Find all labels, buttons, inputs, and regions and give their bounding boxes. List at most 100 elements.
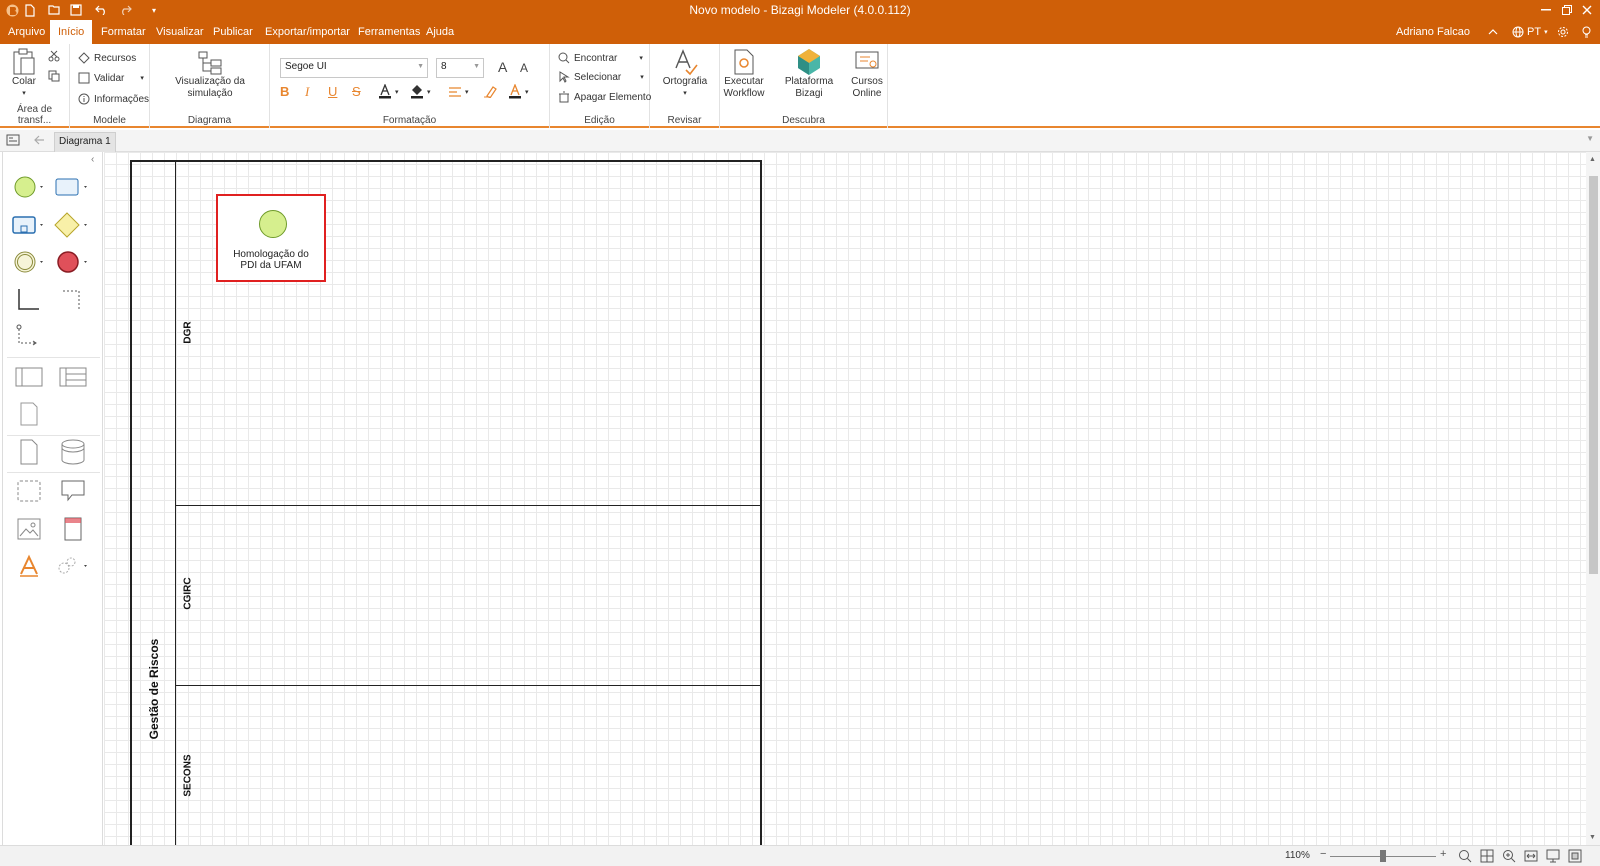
- info-button[interactable]: Informações: [78, 93, 149, 105]
- presentation-mode-icon[interactable]: [1546, 849, 1560, 863]
- association-tool[interactable]: [53, 286, 93, 316]
- annotation-icon: [20, 402, 38, 426]
- diagram-canvas[interactable]: Gestão de Riscos DGR CGIRC SECONS Homolo…: [104, 152, 1586, 845]
- line-color-button[interactable]: ▾: [508, 84, 529, 99]
- menu-publicar[interactable]: Publicar: [205, 20, 261, 44]
- font-family-select[interactable]: Segoe UI ▼: [280, 58, 428, 78]
- shrink-font-icon[interactable]: A: [520, 61, 528, 75]
- start-event-tool[interactable]: [9, 172, 49, 202]
- tabs-dropdown-icon[interactable]: ▼: [1586, 134, 1594, 143]
- tab-diagrama-1[interactable]: Diagrama 1: [54, 132, 116, 152]
- message-flow-tool[interactable]: [9, 322, 49, 352]
- simulation-view-button[interactable]: Visualização da simulação: [154, 48, 266, 100]
- online-courses-button[interactable]: Cursos Online: [850, 48, 884, 100]
- back-arrow-icon[interactable]: [33, 134, 45, 149]
- font-size-select[interactable]: 8 ▼: [436, 58, 484, 78]
- vertical-scrollbar[interactable]: ▲ ▼: [1586, 152, 1600, 845]
- scroll-down-icon[interactable]: ▼: [1589, 834, 1596, 841]
- redo-icon[interactable]: [117, 2, 133, 18]
- comment-tool[interactable]: [53, 476, 93, 506]
- menu-inicio[interactable]: Início: [50, 20, 93, 44]
- menu-visualizar[interactable]: Visualizar: [148, 20, 212, 44]
- strikethrough-icon[interactable]: S: [352, 84, 361, 99]
- clear-format-icon[interactable]: [483, 85, 497, 98]
- cut-icon[interactable]: [48, 50, 60, 62]
- copy-icon[interactable]: [48, 70, 60, 82]
- intermediate-event-tool[interactable]: [9, 247, 49, 277]
- start-event-selection[interactable]: Homologação do PDI da UFAM: [216, 194, 326, 282]
- align-button[interactable]: ▾: [448, 86, 469, 98]
- text-annotation-tool[interactable]: [9, 399, 49, 429]
- zoom-in-icon[interactable]: +: [1440, 848, 1446, 860]
- custom-shapes-tool[interactable]: [53, 551, 93, 581]
- diagram-navigator-icon[interactable]: [6, 134, 20, 149]
- pool[interactable]: Gestão de Riscos DGR CGIRC SECONS Homolo…: [130, 160, 762, 845]
- data-store-tool[interactable]: [53, 437, 93, 467]
- task-tool[interactable]: [53, 172, 93, 202]
- data-object-tool[interactable]: [9, 437, 49, 467]
- language-selector[interactable]: PT ▾: [1512, 24, 1548, 40]
- fullscreen-icon[interactable]: [1568, 849, 1582, 863]
- open-file-icon[interactable]: [46, 2, 62, 18]
- message-flow-icon: [16, 324, 37, 346]
- find-button[interactable]: Encontrar ▾: [558, 52, 643, 64]
- lane-cgirc[interactable]: CGIRC: [176, 506, 762, 686]
- chevron-down-icon: ▾: [525, 88, 529, 96]
- run-workflow-button[interactable]: Executar Workflow: [724, 48, 764, 100]
- grow-font-icon[interactable]: A: [498, 59, 507, 75]
- menu-exportar-importar[interactable]: Exportar/importar: [257, 20, 358, 44]
- close-icon[interactable]: [1576, 1, 1598, 19]
- collapse-palette-icon[interactable]: ‹: [91, 154, 94, 165]
- end-event-tool[interactable]: [53, 247, 93, 277]
- zoom-slider-handle[interactable]: [1380, 850, 1386, 862]
- fit-width-icon[interactable]: [1524, 849, 1538, 863]
- fit-page-icon[interactable]: [1480, 849, 1494, 863]
- formatting-group-label: Formatação: [382, 115, 437, 126]
- zoom-fit-icon[interactable]: [1458, 849, 1472, 863]
- text-tool[interactable]: [9, 551, 49, 581]
- italic-icon[interactable]: I: [305, 84, 309, 100]
- lane-secons[interactable]: SECONS: [176, 686, 762, 845]
- menu-ferramentas[interactable]: Ferramentas: [350, 20, 428, 44]
- save-icon[interactable]: [68, 2, 84, 18]
- collapse-ribbon-icon[interactable]: [1488, 24, 1498, 40]
- settings-gear-icon[interactable]: [1557, 24, 1569, 40]
- spelling-button[interactable]: Ortografia ▾: [660, 48, 710, 100]
- select-button[interactable]: Selecionar ▾: [558, 71, 644, 83]
- customize-quick-access-icon[interactable]: ▾: [146, 2, 162, 18]
- fill-color-button[interactable]: ▾: [410, 84, 431, 99]
- info-label: Informações: [94, 93, 150, 105]
- zoom-actual-icon[interactable]: [1502, 849, 1516, 863]
- pool-header[interactable]: Gestão de Riscos: [132, 162, 176, 845]
- minimize-icon[interactable]: [1535, 1, 1557, 19]
- image-tool[interactable]: [9, 514, 49, 544]
- sequence-flow-tool[interactable]: [9, 286, 49, 316]
- menu-ajuda[interactable]: Ajuda: [418, 20, 462, 44]
- menu-arquivo[interactable]: Arquivo: [0, 20, 53, 44]
- menu-formatar[interactable]: Formatar: [93, 20, 154, 44]
- lightbulb-icon[interactable]: [1582, 24, 1591, 40]
- undo-icon[interactable]: [93, 2, 109, 18]
- bold-icon[interactable]: B: [280, 84, 289, 99]
- user-name[interactable]: Adriano Falcao: [1396, 20, 1470, 44]
- subprocess-tool[interactable]: [9, 210, 49, 240]
- pool-tool[interactable]: [9, 362, 49, 392]
- scroll-up-icon[interactable]: ▲: [1589, 156, 1596, 163]
- restore-icon[interactable]: [1556, 1, 1578, 19]
- validate-button[interactable]: Validar ▾: [78, 72, 144, 84]
- new-file-icon[interactable]: [22, 2, 38, 18]
- start-event[interactable]: [259, 210, 287, 238]
- lane-tool[interactable]: [53, 362, 93, 392]
- zoom-out-icon[interactable]: −: [1320, 848, 1326, 860]
- gateway-tool[interactable]: [53, 210, 93, 240]
- data-store-icon: [61, 439, 85, 465]
- underline-icon[interactable]: U: [328, 84, 337, 99]
- group-tool[interactable]: [9, 476, 49, 506]
- paste-button[interactable]: Colar ▾: [8, 48, 40, 100]
- bizagi-platform-button[interactable]: Plataforma Bizagi: [772, 48, 846, 100]
- header-tool[interactable]: [53, 514, 93, 544]
- delete-element-button[interactable]: Apagar Elemento: [558, 91, 651, 103]
- font-color-button[interactable]: ▾: [378, 84, 399, 99]
- resources-button[interactable]: Recursos: [78, 52, 136, 64]
- scrollbar-thumb[interactable]: [1589, 176, 1598, 574]
